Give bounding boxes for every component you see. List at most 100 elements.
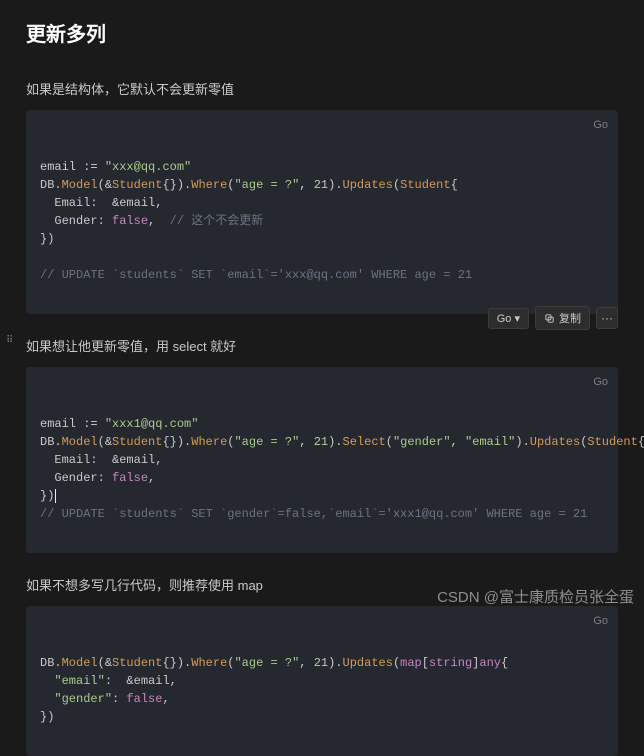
code-text: 21	[314, 656, 328, 670]
code-text	[40, 692, 54, 706]
code-text: ,	[299, 435, 313, 449]
code-text: Select	[343, 435, 386, 449]
code-text: ).	[515, 435, 529, 449]
code-text: {}).	[162, 435, 191, 449]
code-text: Email: &email,	[40, 453, 162, 467]
code-text: (&	[98, 435, 112, 449]
code-text: "email"	[465, 435, 515, 449]
code-text: Where	[191, 435, 227, 449]
code-text: [	[422, 656, 429, 670]
code-text: false	[112, 214, 148, 228]
code-text: DB.	[40, 656, 62, 670]
code-text: :	[112, 692, 126, 706]
page-title: 更新多列	[26, 18, 618, 47]
code-text: Student	[112, 656, 162, 670]
code-text: 21	[314, 435, 328, 449]
code-comment: // 这个不会更新	[170, 214, 264, 228]
code-text: Updates	[343, 656, 393, 670]
section-select-zero: ⠿ 如果想让他更新零值，用 select 就好 Go ▾ 复制 ··· Go e…	[26, 336, 618, 553]
code-text: : &email,	[105, 674, 177, 688]
code-text: :=	[83, 417, 105, 431]
code-text: Gender:	[40, 214, 112, 228]
code-text: {	[638, 435, 644, 449]
code-text: DB.	[40, 178, 62, 192]
code-text: ).	[328, 435, 342, 449]
code-text: "age = ?"	[234, 435, 299, 449]
code-text: "gender"	[393, 435, 451, 449]
code-text: any	[479, 656, 501, 670]
code-text: ).	[328, 178, 342, 192]
section-struct-default: 如果是结构体，它默认不会更新零值 Go email := "xxx@qq.com…	[26, 79, 618, 314]
code-text: {	[451, 178, 458, 192]
drag-handle-icon[interactable]: ⠿	[6, 338, 13, 344]
code-text: "xxx1@qq.com"	[105, 417, 199, 431]
code-block-2: Go email := "xxx1@qq.com" DB.Model(&Stud…	[26, 367, 618, 553]
code-text: {	[501, 656, 508, 670]
code-text: {}).	[162, 656, 191, 670]
lang-badge: Go	[593, 373, 608, 391]
code-text: Email: &email,	[40, 196, 162, 210]
code-text: {}).	[162, 178, 191, 192]
code-text: ]	[472, 656, 479, 670]
copy-icon	[544, 313, 555, 324]
code-text: :=	[83, 160, 105, 174]
lang-badge: Go	[593, 116, 608, 134]
copy-button[interactable]: 复制	[535, 306, 590, 330]
code-text: email	[40, 417, 83, 431]
code-block-1: Go email := "xxx@qq.com" DB.Model(&Stude…	[26, 110, 618, 314]
code-text: (&	[98, 178, 112, 192]
code-text	[40, 674, 54, 688]
code-text: "gender"	[54, 692, 112, 706]
code-text: DB.	[40, 435, 62, 449]
code-text: "age = ?"	[234, 178, 299, 192]
code-text: ,	[299, 178, 313, 192]
code-text: Model	[62, 178, 98, 192]
code-text: (&	[98, 656, 112, 670]
lang-select-label: Go ▾	[497, 312, 520, 325]
code-text: Updates	[530, 435, 580, 449]
code-text: })	[40, 489, 54, 503]
code-text: Student	[400, 178, 450, 192]
code-text: Model	[62, 656, 98, 670]
code-text: ,	[148, 214, 170, 228]
desc-1: 如果是结构体，它默认不会更新零值	[26, 79, 618, 98]
text-cursor-icon	[55, 489, 56, 503]
code-text: Student	[112, 178, 162, 192]
code-text: ,	[299, 656, 313, 670]
code-text: (	[227, 656, 234, 670]
code-text: 21	[314, 178, 328, 192]
code-text: })	[40, 232, 54, 246]
code-text: (	[393, 656, 400, 670]
code-text: Where	[191, 656, 227, 670]
code-text: "email"	[54, 674, 104, 688]
desc-3: 如果不想多写几行代码，则推荐使用 map	[26, 575, 618, 594]
code-text: string	[429, 656, 472, 670]
code-toolbar: Go ▾ 复制 ···	[488, 306, 618, 330]
code-block-3: Go DB.Model(&Student{}).Where("age = ?",…	[26, 606, 618, 756]
code-text: false	[126, 692, 162, 706]
code-text: Where	[191, 178, 227, 192]
code-text: })	[40, 710, 54, 724]
code-text: Student	[112, 435, 162, 449]
code-text: ).	[328, 656, 342, 670]
code-text: email	[40, 160, 83, 174]
code-text: (	[386, 435, 393, 449]
code-text: map	[400, 656, 422, 670]
code-text: ,	[148, 471, 155, 485]
code-text: "age = ?"	[234, 656, 299, 670]
code-text: "xxx@qq.com"	[105, 160, 191, 174]
section-map-shortcut: 如果不想多写几行代码，则推荐使用 map Go DB.Model(&Studen…	[26, 575, 618, 756]
copy-label: 复制	[559, 310, 581, 326]
code-comment: // UPDATE `students` SET `gender`=false,…	[40, 507, 587, 521]
lang-badge: Go	[593, 612, 608, 630]
code-text: Gender:	[40, 471, 112, 485]
code-text: Model	[62, 435, 98, 449]
code-text: ,	[162, 692, 169, 706]
code-text: ,	[451, 435, 465, 449]
code-text: Student	[587, 435, 637, 449]
code-text: false	[112, 471, 148, 485]
more-button[interactable]: ···	[596, 307, 618, 329]
more-icon: ···	[601, 311, 613, 325]
language-select-button[interactable]: Go ▾	[488, 308, 529, 329]
code-text: Updates	[343, 178, 393, 192]
